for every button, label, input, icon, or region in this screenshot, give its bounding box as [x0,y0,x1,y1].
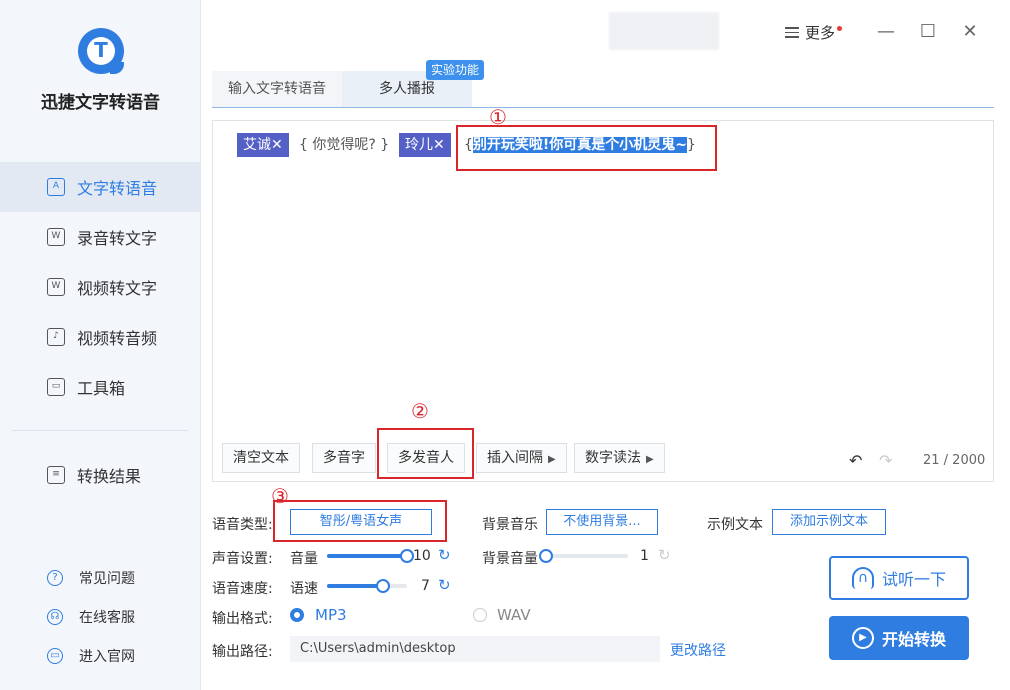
close-button[interactable]: ✕ [960,22,980,42]
step-marker-1: ① [489,105,507,129]
sidebar: T 迅捷文字转语音 A 文字转语音 W 录音转文字 W 视频转文字 ♪ 视频转音… [0,0,201,690]
tab-text-to-speech[interactable]: 输入文字转语音 [212,71,342,107]
bgm-volume-slider[interactable] [539,549,628,563]
redo-icon[interactable]: ↷ [879,451,892,470]
results-icon: ≡ [47,466,65,484]
app-logo: T [78,28,124,74]
sidebar-divider [12,430,188,431]
sidebar-item-label: 文字转语音 [77,179,158,198]
volume-slider-handle[interactable] [400,549,414,563]
insert-pause-button[interactable]: 插入间隔 ▶ [476,443,567,473]
reset-bgm-volume-icon[interactable]: ↻ [658,546,671,564]
speed-slider[interactable] [327,579,407,593]
preview-button[interactable]: ∩ 试听一下 [829,556,969,600]
experimental-badge: 实验功能 [426,60,485,80]
blurred-area [609,12,719,50]
sound-settings-label: 声音设置: [212,551,273,567]
sidebar-item-video-to-text[interactable]: W 视频转文字 [0,262,201,312]
video-text-icon: W [47,278,65,296]
play-circle-icon: ▶ [851,627,874,649]
speed-label: 语速 [290,581,318,597]
headset-icon: ☊ [47,608,63,625]
text-editor[interactable]: 艾诚✕ { 你觉得呢? } 玲儿✕ {别开玩笑啦!你可真是个小机灵鬼~} ① 清… [212,105,994,482]
sidebar-item-label: 转换结果 [77,467,142,486]
wav-label: WAV [497,606,531,624]
sample-text-label: 示例文本 [707,517,763,533]
sidebar-item-label: 视频转文字 [77,279,158,298]
volume-value: 10 [413,548,431,564]
sidebar-item-record-to-text[interactable]: W 录音转文字 [0,212,201,262]
output-path-field[interactable]: C:\Users\admin\desktop [290,636,660,662]
more-label: 更多 [805,24,836,42]
char-counter: 21 / 2000 [923,453,986,468]
toolbox-icon: ▭ [47,378,65,396]
triangle-right-icon: ▶ [646,454,654,465]
text-speech-icon: A [47,178,65,196]
logo-letter: T [94,38,108,62]
more-menu-button[interactable]: 更多 [785,22,843,43]
speed-value: 7 [421,578,430,594]
support-label: 在线客服 [79,609,135,626]
undo-icon[interactable]: ↶ [849,451,862,470]
reset-volume-icon[interactable]: ↻ [438,546,451,564]
video-audio-icon: ♪ [47,328,65,346]
voice-type-label: 语音类型: [212,517,273,533]
output-path-label: 输出路径: [212,644,273,660]
question-icon: ? [47,569,63,586]
wav-radio[interactable] [473,608,487,622]
bgm-label: 背景音乐 [482,517,538,533]
polyphone-button[interactable]: 多音字 [312,443,376,473]
speech-speed-label: 语音速度: [212,581,273,597]
clear-text-button[interactable]: 清空文本 [222,443,300,473]
volume-slider[interactable] [327,549,414,563]
bgm-volume-label: 背景音量 [482,551,538,567]
highlight-box-2 [377,428,474,479]
minimize-button[interactable]: — [876,22,896,42]
speed-slider-handle[interactable] [376,579,390,593]
number-reading-button[interactable]: 数字读法 ▶ [574,443,665,473]
sidebar-item-toolbox[interactable]: ▭ 工具箱 [0,362,201,412]
highlight-box-1 [456,125,717,171]
headphones-icon: ∩ [851,567,874,589]
sidebar-item-video-to-audio[interactable]: ♪ 视频转音频 [0,312,201,362]
output-format-label: 输出格式: [212,611,273,627]
notification-dot [837,26,843,31]
change-path-link[interactable]: 更改路径 [670,640,726,660]
step-marker-2: ② [411,399,429,423]
bgm-volume-slider-handle[interactable] [539,549,553,563]
sidebar-links: ? 常见问题 ☊ 在线客服 ▭ 进入官网 [0,558,201,675]
app-title: 迅捷文字转语音 [41,93,160,113]
menu-icon [785,24,799,41]
sidebar-item-label: 视频转音频 [77,329,158,348]
step-marker-3: ③ [271,484,289,508]
speaker-text: { 你觉得呢? } [299,137,390,153]
triangle-right-icon: ▶ [548,454,556,465]
faq-label: 常见问题 [79,570,135,587]
tab-bar: 输入文字转语音 多人播报 [212,71,994,108]
bgm-button[interactable]: 不使用背景... [546,509,658,535]
faq-link[interactable]: ? 常见问题 [0,558,201,597]
highlight-box-3 [273,500,447,542]
sidebar-item-results[interactable]: ≡ 转换结果 [0,450,201,500]
monitor-icon: ▭ [47,647,63,664]
sidebar-nav: A 文字转语音 W 录音转文字 W 视频转文字 ♪ 视频转音频 ▭ 工具箱 [0,162,201,412]
record-text-icon: W [47,228,65,246]
speaker-chip[interactable]: 玲儿✕ [399,133,451,157]
bgm-volume-value: 1 [640,548,649,564]
speaker-chip[interactable]: 艾诚✕ [237,133,289,157]
sidebar-item-label: 录音转文字 [77,229,158,248]
mp3-radio[interactable] [290,608,304,622]
official-site-label: 进入官网 [79,648,135,665]
sidebar-item-text-to-speech[interactable]: A 文字转语音 [0,162,201,212]
maximize-button[interactable]: ☐ [918,22,938,42]
online-support-link[interactable]: ☊ 在线客服 [0,597,201,636]
volume-label: 音量 [290,551,318,567]
sidebar-item-label: 工具箱 [77,379,126,398]
start-convert-button[interactable]: ▶ 开始转换 [829,616,969,660]
mp3-label: MP3 [315,606,347,624]
reset-speed-icon[interactable]: ↻ [438,576,451,594]
add-sample-text-button[interactable]: 添加示例文本 [772,509,886,535]
official-site-link[interactable]: ▭ 进入官网 [0,636,201,675]
